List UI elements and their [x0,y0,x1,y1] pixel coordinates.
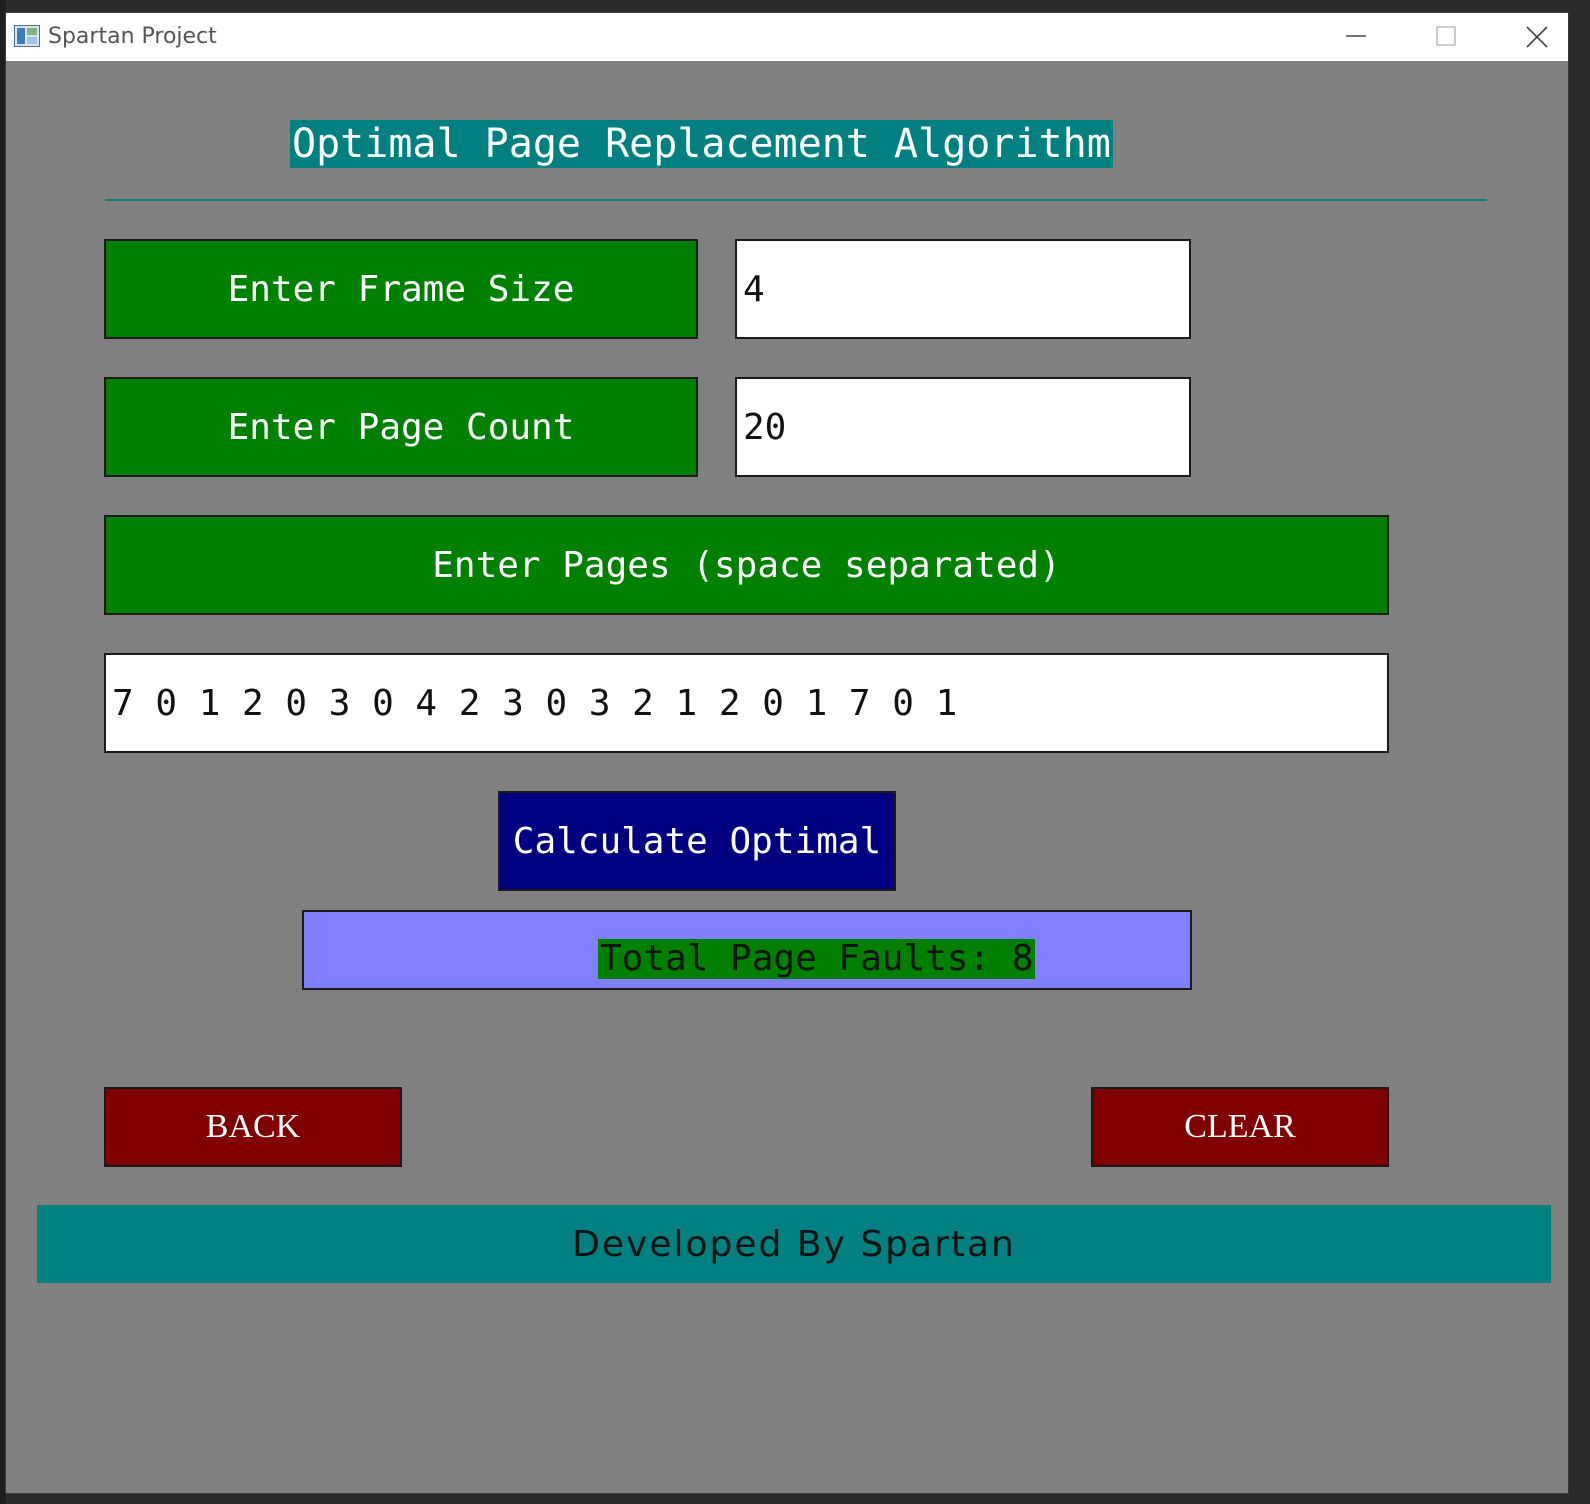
result-panel: Total Page Faults: 8 [302,910,1192,990]
desktop: Spartan Project Optimal Page Replacement… [0,0,1590,1504]
app-window: Spartan Project Optimal Page Replacement… [6,13,1568,1493]
title-bar[interactable]: Spartan Project [6,13,1568,61]
page-title: Optimal Page Replacement Algorithm [290,120,1113,168]
footer-credit: Developed By Spartan [37,1205,1551,1283]
frame-size-label: Enter Frame Size [104,239,698,339]
page-count-input[interactable] [735,377,1191,477]
minimize-button[interactable] [1311,13,1401,61]
pages-input[interactable] [104,653,1389,753]
app-window-icon [14,25,40,47]
close-icon [1526,26,1548,48]
close-button[interactable] [1491,13,1581,61]
clear-button[interactable]: CLEAR [1091,1087,1389,1167]
minimize-icon [1346,35,1366,37]
maximize-icon [1436,26,1456,46]
frame-size-input[interactable] [735,239,1191,339]
title-divider [105,199,1487,201]
window-title: Spartan Project [48,24,217,49]
maximize-button[interactable] [1401,13,1491,61]
page-count-label: Enter Page Count [104,377,698,477]
total-page-faults-text: Total Page Faults: 8 [598,938,1036,979]
back-button[interactable]: BACK [104,1087,402,1167]
calculate-optimal-button[interactable]: Calculate Optimal [498,791,896,891]
pages-label: Enter Pages (space separated) [104,515,1389,615]
